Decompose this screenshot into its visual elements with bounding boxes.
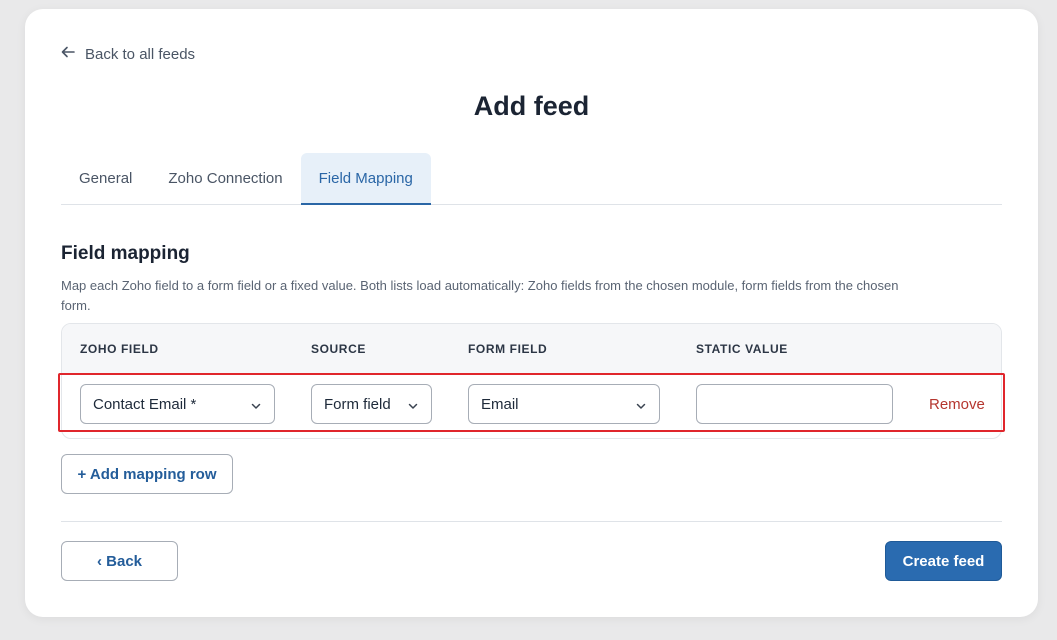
tab-zoho-connection[interactable]: Zoho Connection (150, 153, 300, 204)
back-button[interactable]: ‹ Back (61, 541, 178, 581)
back-to-feeds-label: Back to all feeds (85, 45, 196, 63)
chevron-down-icon (635, 399, 647, 411)
back-to-feeds-link[interactable]: Back to all feeds (61, 45, 195, 63)
page-title: Add feed (473, 91, 590, 121)
chevron-down-icon (407, 399, 419, 411)
header-zoho-field: ZOHO FIELD (80, 342, 159, 356)
zoho-field-value: Contact Email * (93, 395, 197, 413)
header-form-field: FORM FIELD (468, 342, 548, 356)
form-field-value: Email (481, 395, 519, 413)
source-value: Form field (324, 395, 391, 413)
remove-row-button[interactable]: Remove (929, 396, 985, 413)
zoho-field-select[interactable]: Contact Email * (80, 384, 275, 424)
create-feed-button[interactable]: Create feed (885, 541, 1002, 581)
header-source: SOURCE (311, 342, 366, 356)
section-title: Field mapping (61, 243, 190, 264)
header-static-value: STATIC VALUE (696, 342, 788, 356)
tab-bar: General Zoho Connection Field Mapping (61, 153, 1002, 205)
tab-field-mapping[interactable]: Field Mapping (300, 153, 431, 205)
feed-card: Back to all feeds Add feed General Zoho … (25, 9, 1038, 617)
form-field-select[interactable]: Email (468, 384, 660, 424)
static-value-input[interactable] (696, 384, 893, 424)
chevron-down-icon (250, 399, 262, 411)
table-header: ZOHO FIELD SOURCE FORM FIELD STATIC VALU… (62, 324, 1001, 374)
add-mapping-row-button[interactable]: + Add mapping row (61, 454, 233, 494)
tab-general[interactable]: General (61, 153, 150, 204)
footer-divider (61, 521, 1002, 522)
arrow-left-icon (61, 45, 75, 63)
source-select[interactable]: Form field (311, 384, 432, 424)
section-description: Map each Zoho field to a form field or a… (61, 278, 899, 313)
